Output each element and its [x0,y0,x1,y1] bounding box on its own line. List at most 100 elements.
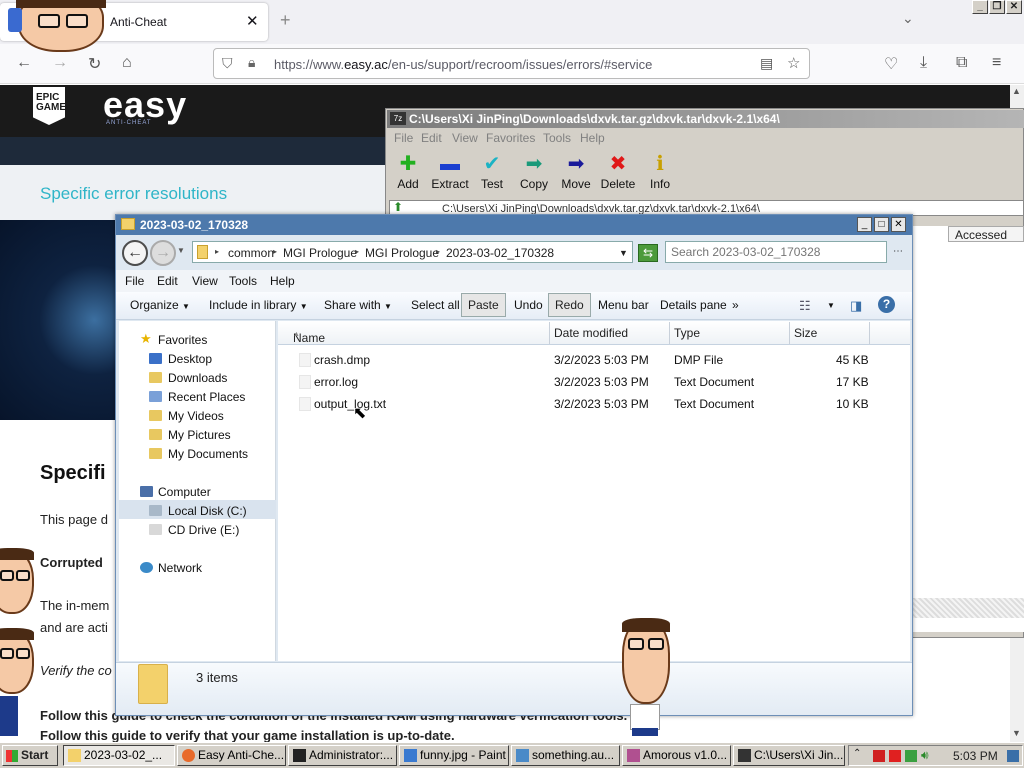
include-library-button[interactable]: Include in library ▼ [209,298,308,312]
url-bar[interactable]: ⛉ 🔒︎ https://www.easy.ac/en-us/support/r… [213,48,810,79]
explorer-titlebar[interactable]: 2023-03-02_170328 [116,215,912,235]
lock-icon[interactable]: 🔒︎ [248,54,255,71]
nav-my-pictures[interactable]: My Pictures [168,428,231,442]
nav-recent-places[interactable]: Recent Places [168,390,245,404]
column-divider[interactable] [789,322,790,344]
menu-file[interactable]: File [394,131,413,145]
move-button[interactable]: ➡ Move [554,152,598,191]
menu-bar-button[interactable]: Menu bar [598,298,649,312]
test-button[interactable]: ✔ Test [470,152,514,191]
taskbar-item-cmd[interactable]: Administrator:... [288,745,397,766]
maximize-button[interactable]: □ [874,217,889,232]
tab-list-chevron-icon[interactable]: ⌄ [902,10,914,27]
back-arrow-icon[interactable]: ← [122,240,148,266]
breadcrumb-item[interactable]: MGI Prologue [283,246,357,260]
file-row[interactable]: error.log 3/2/2023 5:03 PM Text Document… [280,372,908,392]
paste-button[interactable]: Paste [461,293,506,317]
redo-button[interactable]: Redo [548,293,591,317]
more-icon[interactable]: ⋯ [893,246,903,257]
refresh-icon[interactable]: ⇆ [638,244,658,262]
share-with-button[interactable]: Share with ▼ [324,298,392,312]
epic-games-logo[interactable]: EPIC GAMES [33,87,65,125]
taskbar-item-something[interactable]: something.au... [511,745,620,766]
extract-button[interactable]: ▬ Extract [428,152,472,191]
new-tab-button[interactable]: + [280,10,291,31]
undo-button[interactable]: Undo [514,298,543,312]
column-divider[interactable] [549,322,550,344]
breadcrumb-item[interactable]: common [228,246,274,260]
breadcrumb[interactable]: ▸ common ▸ MGI Prologue ▸ MGI Prologue ▸… [192,241,633,263]
breadcrumb-chevron-icon[interactable]: ▸ [215,247,219,256]
menu-view[interactable]: View [192,274,218,288]
file-row[interactable]: crash.dmp 3/2/2023 5:03 PM DMP File 45 K… [280,350,908,370]
nav-my-videos[interactable]: My Videos [168,409,224,423]
shield-icon[interactable]: ⛉ [222,55,233,72]
breadcrumb-chevron-icon[interactable]: ▸ [436,247,440,256]
breadcrumb-item[interactable]: 2023-03-02_170328 [446,246,554,260]
breadcrumb-chevron-icon[interactable]: ▸ [355,247,359,256]
column-type[interactable]: Type [674,326,700,340]
menu-edit[interactable]: Edit [157,274,178,288]
volume-icon[interactable]: 🔊︎ [921,748,933,762]
copy-button[interactable]: ➡ Copy [512,152,556,191]
column-divider[interactable] [869,322,870,344]
info-button[interactable]: ℹ Info [638,152,682,191]
security-alert-icon[interactable] [889,750,901,762]
menu-tools[interactable]: Tools [543,131,571,145]
hamburger-menu-icon[interactable]: ≡ [992,54,1001,72]
search-field[interactable] [665,241,887,263]
forward-arrow-icon[interactable]: → [150,240,176,266]
nav-computer[interactable]: Computer [158,485,211,499]
details-pane-button[interactable]: Details pane [660,298,727,312]
minimize-button[interactable]: _ [972,0,988,14]
nav-my-documents[interactable]: My Documents [168,447,248,461]
view-options-icon[interactable]: ☷ [799,298,811,314]
breadcrumb-item[interactable]: MGI Prologue [365,246,439,260]
menu-file[interactable]: File [125,274,144,288]
close-button[interactable]: ✕ [891,217,906,232]
minimize-button[interactable]: _ [857,217,872,232]
nav-local-disk[interactable]: Local Disk (C:) [168,504,247,518]
start-button[interactable]: Start [2,745,58,766]
taskbar-item-paint[interactable]: funny.jpg - Paint [399,745,509,766]
show-desktop-icon[interactable] [1007,750,1019,762]
flag-icon[interactable] [873,750,885,762]
menu-tools[interactable]: Tools [229,274,257,288]
nav-cd-drive[interactable]: CD Drive (E:) [168,523,239,537]
address-dropdown-icon[interactable]: ▼ [619,248,628,258]
recent-pages-chevron-icon[interactable]: ▼ [177,246,185,255]
add-button[interactable]: ✚ Add [386,152,430,191]
scroll-down-icon[interactable]: ▼ [1012,728,1021,738]
tray-expand-icon[interactable]: ⌃ [853,748,865,760]
up-folder-icon[interactable]: ⬆ [393,200,403,214]
tab-close-icon[interactable]: ✕ [246,12,259,30]
bookmark-star-icon[interactable]: ☆ [787,54,800,72]
sevenzip-titlebar[interactable]: 7z C:\Users\Xi JinPing\Downloads\dxvk.ta… [387,110,1024,128]
url-text[interactable]: https://www.easy.ac/en-us/support/recroo… [274,57,652,72]
organize-button[interactable]: Organize ▼ [130,298,190,312]
menu-favorites[interactable]: Favorites [486,131,535,145]
search-input[interactable] [671,243,871,261]
breadcrumb-chevron-icon[interactable]: ▸ [273,247,277,256]
extensions-icon[interactable]: ⧉ [956,54,967,72]
nav-downloads[interactable]: Downloads [168,371,227,385]
close-button[interactable]: ✕ [1006,0,1022,14]
menu-edit[interactable]: Edit [421,131,442,145]
nav-desktop[interactable]: Desktop [168,352,212,366]
nav-network[interactable]: Network [158,561,202,575]
menu-view[interactable]: View [452,131,478,145]
file-row[interactable]: output_log.txt 3/2/2023 5:03 PM Text Doc… [280,394,908,414]
pocket-icon[interactable]: ♡ [884,54,898,74]
chevron-down-icon[interactable]: ▼ [827,301,835,310]
restore-button[interactable]: ❐ [989,0,1005,14]
help-icon[interactable]: ? [878,296,895,313]
taskbar-item-firefox[interactable]: Easy Anti-Che... [177,745,286,766]
column-size[interactable]: Size [794,326,817,340]
column-divider[interactable] [669,322,670,344]
select-all-button[interactable]: Select all [411,298,460,312]
nav-favorites[interactable]: Favorites [158,333,207,347]
taskbar-item-explorer[interactable]: 2023-03-02_... [63,745,175,766]
reader-view-icon[interactable]: ▤ [760,55,773,72]
home-icon[interactable]: ⌂ [122,54,132,72]
delete-button[interactable]: ✖ Delete [596,152,640,191]
